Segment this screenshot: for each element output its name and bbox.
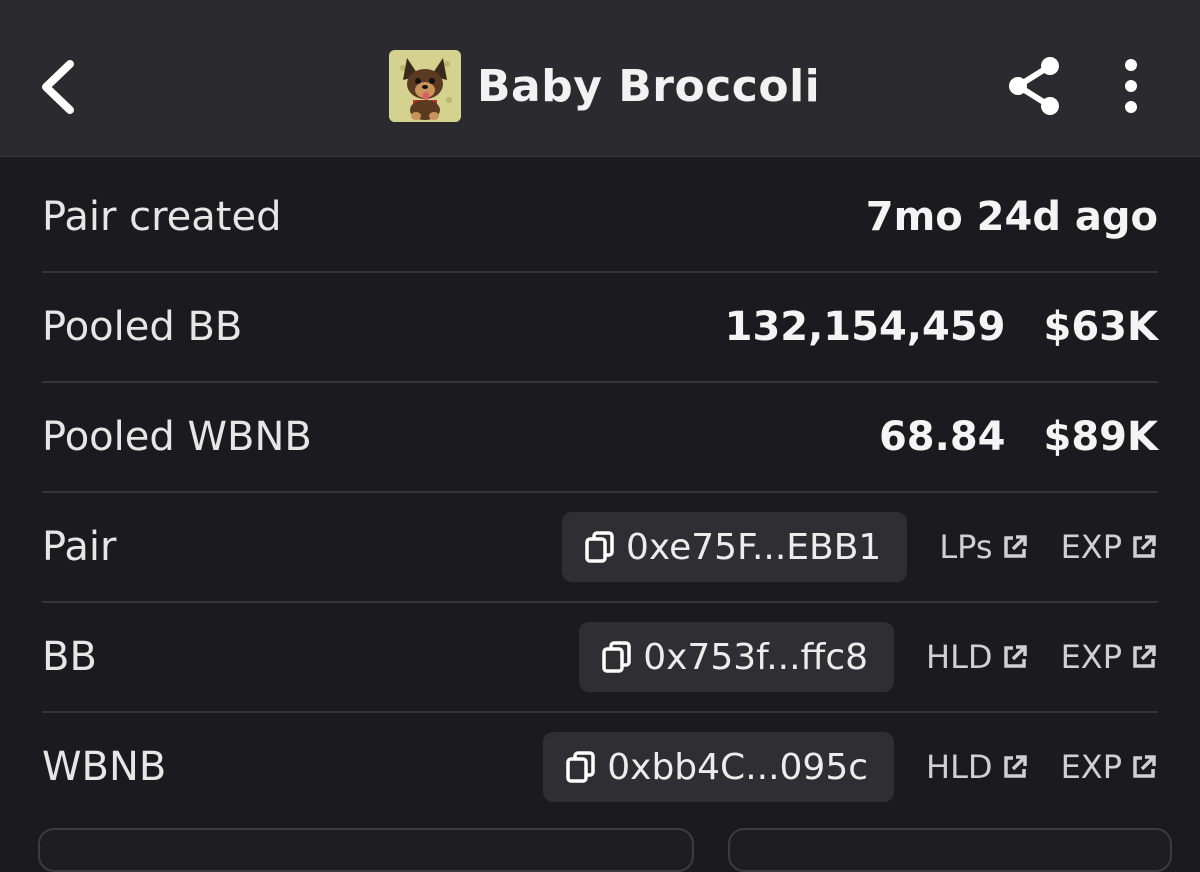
bb-exp-link[interactable]: EXP — [1061, 638, 1158, 676]
share-button[interactable] — [1003, 55, 1065, 117]
pooled-bb-amount: 132,154,459 — [724, 304, 1006, 350]
row-pair-created: Pair created 7mo 24d ago — [42, 163, 1158, 273]
pooled-wbnb-amount: 68.84 — [878, 414, 1006, 460]
wbnb-label: WBNB — [42, 744, 167, 790]
pair-info-list: Pair created 7mo 24d ago Pooled BB 132,1… — [42, 163, 1158, 821]
pair-created-label: Pair created — [42, 194, 282, 240]
pair-exp-label: EXP — [1060, 528, 1122, 566]
pooled-wbnb-label: Pooled WBNB — [42, 414, 312, 460]
external-link-icon — [1133, 645, 1156, 668]
external-link-icon — [1003, 755, 1027, 778]
copy-icon — [585, 531, 614, 563]
page-title: Baby Broccoli — [477, 60, 821, 112]
row-wbnb: WBNB 0xbb4C...095c HLD EXP — [42, 713, 1158, 821]
row-pooled-bb: Pooled BB 132,154,459 $63K — [42, 273, 1158, 383]
wbnb-hld-link[interactable]: HLD — [926, 748, 1029, 786]
pair-lps-link[interactable]: LPs — [939, 528, 1028, 566]
wbnb-address: 0xbb4C...095c — [607, 746, 869, 788]
pair-address: 0xe75F...EBB1 — [625, 526, 882, 568]
dog-avatar-image — [389, 50, 461, 122]
bb-exp-label: EXP — [1060, 638, 1122, 676]
pair-exp-link[interactable]: EXP — [1061, 528, 1158, 566]
bottom-card-left[interactable] — [38, 828, 694, 872]
external-link-icon — [1133, 755, 1156, 778]
pooled-bb-usd: $63K — [1043, 304, 1159, 350]
copy-icon — [602, 641, 631, 673]
wbnb-exp-label: EXP — [1060, 748, 1122, 786]
row-pooled-wbnb: Pooled WBNB 68.84 $89K — [42, 383, 1158, 493]
row-bb: BB 0x753f...ffc8 HLD EXP — [42, 603, 1158, 713]
pair-label: Pair — [42, 524, 117, 570]
copy-icon — [566, 751, 595, 783]
more-options-button[interactable] — [1116, 58, 1146, 114]
chevron-left-icon — [42, 60, 74, 114]
bb-address: 0x753f...ffc8 — [643, 636, 869, 678]
bb-label: BB — [42, 634, 97, 680]
bb-hld-label: HLD — [926, 638, 993, 676]
external-link-icon — [1003, 645, 1027, 668]
token-avatar — [389, 50, 461, 122]
pooled-wbnb-usd: $89K — [1043, 414, 1159, 460]
back-button[interactable] — [38, 60, 82, 114]
pooled-bb-label: Pooled BB — [42, 304, 243, 350]
external-link-icon — [1003, 535, 1027, 558]
wbnb-address-copy-button[interactable]: 0xbb4C...095c — [543, 732, 895, 802]
token-title: Baby Broccoli — [389, 50, 820, 122]
pair-created-value: 7mo 24d ago — [865, 194, 1158, 240]
wbnb-exp-link[interactable]: EXP — [1061, 748, 1158, 786]
row-pair: Pair 0xe75F...EBB1 LPs EXP — [42, 493, 1158, 603]
more-vertical-icon — [1125, 59, 1137, 113]
bottom-card-right[interactable] — [728, 828, 1172, 872]
external-link-icon — [1133, 535, 1156, 558]
wbnb-hld-label: HLD — [926, 748, 993, 786]
pair-address-copy-button[interactable]: 0xe75F...EBB1 — [561, 512, 908, 582]
bb-hld-link[interactable]: HLD — [926, 638, 1029, 676]
pair-lps-label: LPs — [939, 528, 993, 566]
bb-address-copy-button[interactable]: 0x753f...ffc8 — [579, 622, 895, 692]
top-bar: Baby Broccoli — [0, 0, 1200, 157]
share-icon — [1009, 57, 1059, 115]
